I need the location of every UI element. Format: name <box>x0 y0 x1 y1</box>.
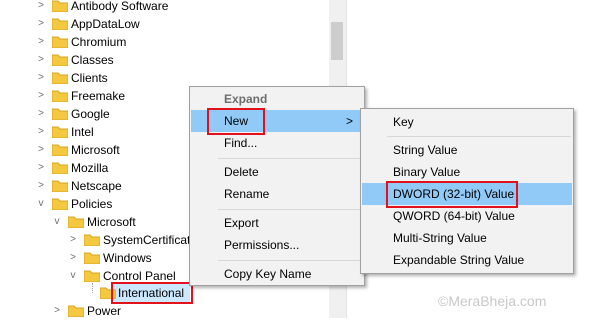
tree-item-label: Windows <box>103 251 152 265</box>
tree-item-label: Antibody Software <box>71 0 169 13</box>
submenu-item-string-value[interactable]: String Value <box>393 139 457 161</box>
submenu-item-multi-string-value[interactable]: Multi-String Value <box>393 227 487 249</box>
submenu-item-expandable-string-value[interactable]: Expandable String Value <box>393 249 524 271</box>
chevron-right-icon[interactable]: > <box>36 0 46 15</box>
submenu-item-binary-value[interactable]: Binary Value <box>393 161 460 183</box>
tree-item-label: Google <box>71 107 110 121</box>
tree-item-chromium[interactable]: > Chromium <box>36 33 326 51</box>
folder-icon <box>52 36 68 48</box>
chevron-right-icon[interactable]: > <box>68 231 78 249</box>
tree-item-label: Freemake <box>71 89 126 103</box>
chevron-right-icon[interactable]: > <box>36 69 46 87</box>
chevron-right-icon[interactable]: > <box>36 51 46 69</box>
chevron-right-icon[interactable]: > <box>36 177 46 195</box>
menu-item-find[interactable]: Find... <box>190 132 364 154</box>
folder-icon <box>84 252 100 264</box>
tree-item-label: Classes <box>71 53 114 67</box>
menu-separator <box>218 260 360 261</box>
folder-icon <box>52 72 68 84</box>
chevron-right-icon[interactable]: > <box>36 123 46 141</box>
folder-icon <box>52 54 68 66</box>
chevron-right-icon[interactable]: > <box>36 159 46 177</box>
chevron-down-icon[interactable]: v <box>52 213 62 231</box>
submenu-arrow-icon: > <box>346 114 354 128</box>
submenu-item-key[interactable]: Key <box>393 111 414 133</box>
tree-item-classes[interactable]: > Classes <box>36 51 326 69</box>
tree-item-label: Intel <box>71 125 94 139</box>
folder-open-icon <box>84 270 100 282</box>
folder-open-icon <box>68 216 84 228</box>
tree-item-label: Clients <box>71 71 108 85</box>
menu-item-export[interactable]: Export <box>190 212 364 234</box>
chevron-down-icon[interactable]: v <box>36 195 46 213</box>
folder-icon <box>52 18 68 30</box>
tree-item-label: Mozilla <box>71 161 109 175</box>
annotation-box-international <box>111 282 193 304</box>
chevron-right-icon[interactable]: > <box>36 15 46 33</box>
folder-icon <box>52 144 68 156</box>
menu-separator <box>218 158 360 159</box>
tree-item-antibody-software[interactable]: > Antibody Software <box>36 0 326 15</box>
folder-icon <box>52 162 68 174</box>
menu-item-label: Rename <box>224 187 270 201</box>
menu-item-delete[interactable]: Delete <box>190 161 364 183</box>
tree-item-label: SystemCertificat <box>103 233 191 247</box>
tree-item-label: Policies <box>71 197 113 211</box>
folder-icon <box>68 305 84 317</box>
menu-item-label: Find... <box>224 136 258 150</box>
menu-item-label: Copy Key Name <box>224 267 312 281</box>
submenu-item-qword-value[interactable]: QWORD (64-bit) Value <box>393 205 515 227</box>
new-submenu: Key String Value Binary Value DWORD (32-… <box>360 108 574 274</box>
tree-item-label: Netscape <box>71 179 122 193</box>
menu-item-expand[interactable]: Expand <box>190 88 364 110</box>
tree-connector-line <box>92 283 93 293</box>
chevron-right-icon[interactable]: > <box>36 141 46 159</box>
menu-item-label: Expand <box>224 92 268 106</box>
menu-item-label: Export <box>224 216 259 230</box>
annotation-box-dword <box>386 181 518 208</box>
watermark-text: ©MeraBheja.com <box>438 293 547 309</box>
menu-item-label: Delete <box>224 165 259 179</box>
folder-icon <box>52 90 68 102</box>
tree-item-clients[interactable]: > Clients <box>36 69 326 87</box>
folder-icon <box>52 108 68 120</box>
tree-item-appdatalow[interactable]: > AppDataLow <box>36 15 326 33</box>
menu-item-rename[interactable]: Rename <box>190 183 364 205</box>
chevron-right-icon[interactable]: > <box>36 33 46 51</box>
menu-separator <box>218 209 360 210</box>
folder-icon <box>52 180 68 192</box>
folder-icon <box>52 0 68 12</box>
menu-item-copy-key-name[interactable]: Copy Key Name <box>190 263 364 285</box>
chevron-right-icon[interactable]: > <box>68 249 78 267</box>
tree-item-power[interactable]: > Power <box>52 302 322 320</box>
folder-open-icon <box>52 198 68 210</box>
folder-icon <box>52 126 68 138</box>
tree-scrollbar-thumb[interactable] <box>331 22 343 60</box>
context-menu: Expand New > Find... Delete Rename Expor… <box>189 86 365 286</box>
tree-item-label: AppDataLow <box>71 17 140 31</box>
annotation-box-new <box>207 108 265 135</box>
chevron-right-icon[interactable]: > <box>36 87 46 105</box>
tree-item-label: Microsoft <box>71 143 120 157</box>
folder-icon <box>84 234 100 246</box>
menu-separator <box>387 136 571 137</box>
chevron-right-icon[interactable]: > <box>36 105 46 123</box>
tree-item-label: Chromium <box>71 35 127 49</box>
tree-item-label: Power <box>87 304 122 318</box>
chevron-down-icon[interactable]: v <box>68 267 78 285</box>
chevron-right-icon[interactable]: > <box>52 302 62 320</box>
tree-item-label: Microsoft <box>87 215 136 229</box>
menu-item-permissions[interactable]: Permissions... <box>190 234 364 256</box>
menu-item-label: Permissions... <box>224 238 300 252</box>
